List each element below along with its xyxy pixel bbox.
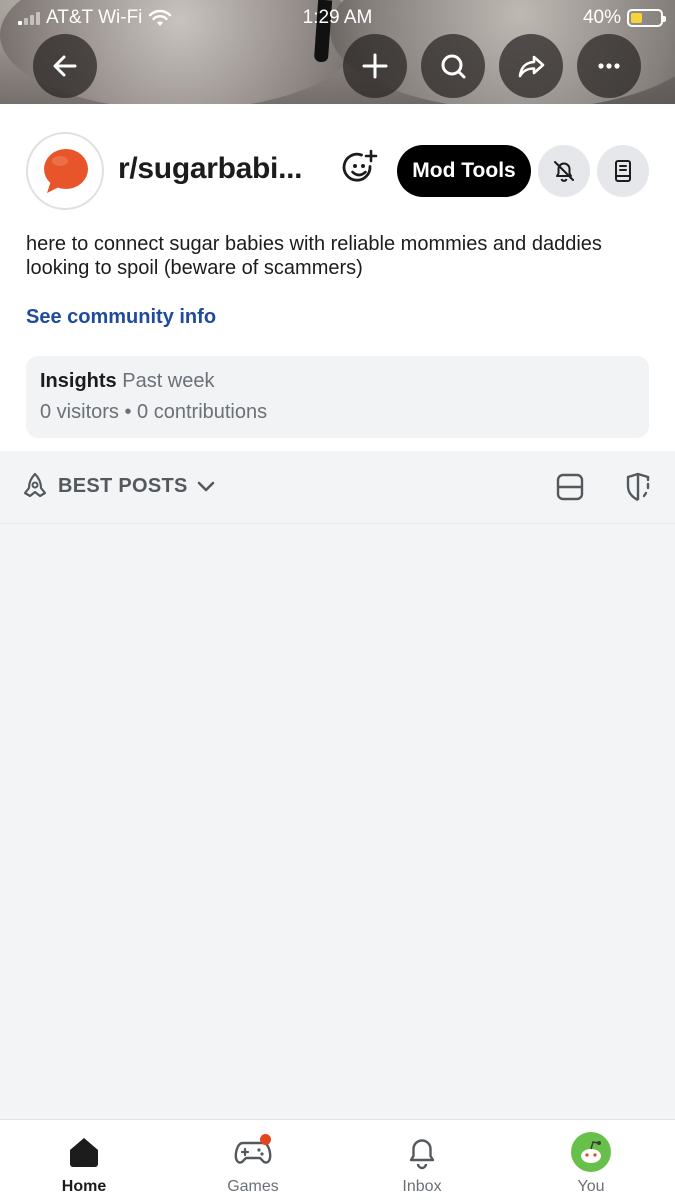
nav-inbox[interactable]: Inbox bbox=[367, 1132, 477, 1196]
battery: 40% bbox=[582, 7, 666, 29]
search-icon bbox=[441, 54, 466, 79]
search-button[interactable] bbox=[421, 34, 485, 98]
insights-card[interactable]: Insights Past week 0 visitors • 0 contri… bbox=[26, 356, 649, 438]
see-community-info-link[interactable]: See community info bbox=[26, 306, 216, 329]
more-icon bbox=[598, 63, 620, 69]
rocket-icon bbox=[23, 472, 47, 498]
insights-separator: • bbox=[124, 401, 132, 423]
home-icon bbox=[70, 1138, 98, 1167]
book-icon bbox=[615, 160, 631, 182]
plus-icon bbox=[362, 53, 388, 79]
nav-home[interactable]: Home bbox=[29, 1132, 139, 1196]
wiki-button[interactable] bbox=[597, 145, 649, 197]
clock: 1:29 AM bbox=[302, 7, 373, 28]
back-arrow-icon bbox=[53, 55, 77, 77]
status-bar: AT&T Wi-Fi 1:29 AM 40% bbox=[0, 0, 675, 34]
battery-percent: 40% bbox=[582, 7, 621, 28]
post-feed: BEST POSTS bbox=[0, 451, 675, 1119]
shield-icon bbox=[626, 472, 650, 502]
visitors-count: 0 visitors bbox=[40, 401, 119, 423]
nav-home-label: Home bbox=[61, 1178, 107, 1195]
mod-tools-button[interactable]: Mod Tools bbox=[397, 145, 531, 197]
smiley-plus-icon bbox=[342, 149, 378, 182]
nav-games-label: Games bbox=[227, 1178, 279, 1195]
create-post-button[interactable] bbox=[343, 34, 407, 98]
bottom-nav: Home Games Inbox You bbox=[0, 1119, 675, 1200]
card-view-icon bbox=[556, 473, 584, 501]
battery-icon bbox=[627, 9, 666, 27]
share-button[interactable] bbox=[499, 34, 563, 98]
bell-off-icon bbox=[554, 161, 574, 182]
bell-icon bbox=[409, 1139, 435, 1170]
insights-title: Insights bbox=[40, 370, 117, 392]
mod-shield-button[interactable] bbox=[622, 471, 654, 508]
nav-inbox-label: Inbox bbox=[402, 1178, 442, 1195]
nav-you[interactable]: You bbox=[536, 1132, 646, 1196]
nav-you-label: You bbox=[577, 1178, 605, 1195]
community-avatar[interactable] bbox=[26, 132, 104, 210]
sort-bar: BEST POSTS bbox=[0, 451, 675, 524]
games-notification-dot bbox=[260, 1134, 271, 1145]
more-options-button[interactable] bbox=[577, 34, 641, 98]
add-flair-button[interactable] bbox=[340, 148, 380, 188]
sort-label: BEST POSTS bbox=[58, 474, 188, 497]
avatar bbox=[571, 1132, 611, 1172]
snoo-avatar-icon bbox=[581, 1141, 601, 1163]
chevron-down-icon bbox=[197, 481, 215, 492]
insights-period: Past week bbox=[122, 370, 215, 392]
sort-dropdown[interactable]: BEST POSTS bbox=[20, 471, 216, 501]
community-name[interactable]: r/sugarbabi... bbox=[118, 152, 302, 186]
share-icon bbox=[518, 55, 545, 78]
view-mode-button[interactable] bbox=[554, 471, 586, 508]
nav-games[interactable]: Games bbox=[198, 1132, 308, 1196]
notifications-button[interactable] bbox=[538, 145, 590, 197]
community-description: here to connect sugar babies with reliab… bbox=[26, 233, 602, 279]
community-icon bbox=[44, 149, 88, 193]
contributions-count: 0 contributions bbox=[137, 401, 268, 423]
back-button[interactable] bbox=[33, 34, 97, 98]
